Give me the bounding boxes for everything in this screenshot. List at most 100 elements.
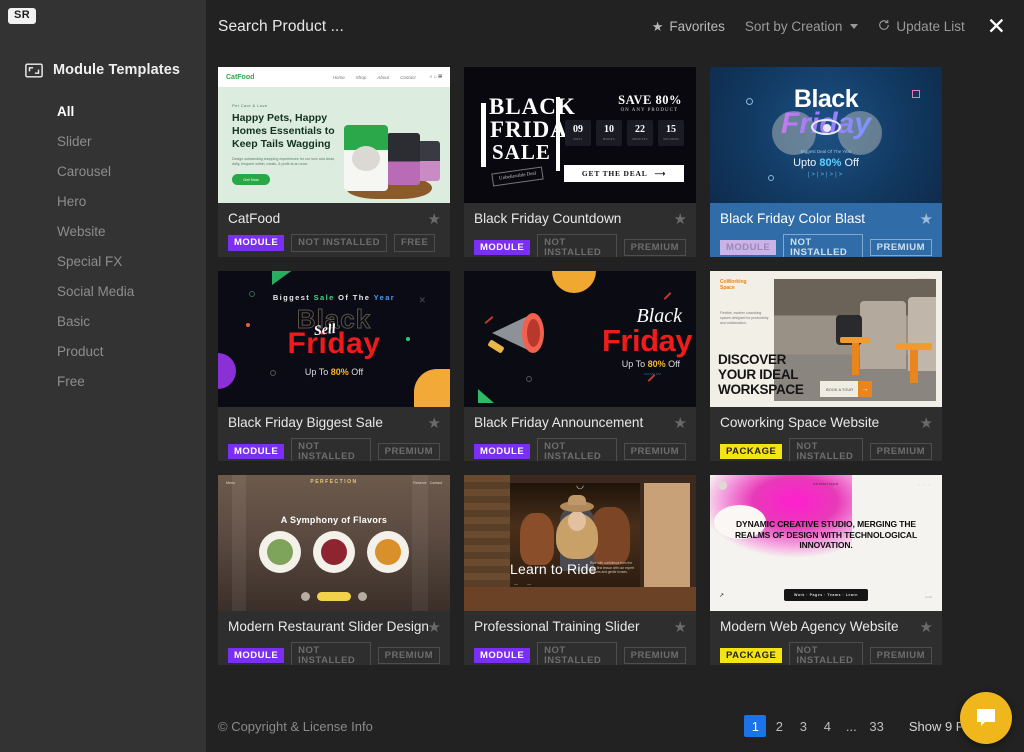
thumb-nav-icons: ⌕ ⌂ ▤ xyxy=(429,74,442,80)
thumb-cta-label: GET THE DEAL xyxy=(581,169,648,178)
update-list-button[interactable]: Update List xyxy=(868,15,974,38)
countdown-value: 22 xyxy=(635,124,645,135)
page-button-3[interactable]: 3 xyxy=(792,715,814,737)
thumb-logo: PERFECTION xyxy=(310,479,358,485)
sidebar: SR Module Templates All Slider Carousel … xyxy=(0,0,206,752)
favorite-star-icon[interactable]: ★ xyxy=(428,620,441,635)
close-icon[interactable]: ✕ xyxy=(975,15,1010,38)
kicker-part: Year xyxy=(373,293,396,302)
deco-circle xyxy=(552,271,596,293)
deco-triangle xyxy=(478,389,494,403)
deco-underline: 〰〰〰 xyxy=(643,372,662,378)
template-card[interactable]: newartique ··· DYNAMIC CREATIVE STUDIO, … xyxy=(710,475,942,665)
template-thumbnail: newartique ··· DYNAMIC CREATIVE STUDIO, … xyxy=(710,475,942,611)
template-thumbnail: ◡ Ride with confidence from the very fir… xyxy=(464,475,696,611)
favorite-star-icon[interactable]: ★ xyxy=(920,212,933,227)
deco-slash xyxy=(663,292,672,300)
sidebar-item-all[interactable]: All xyxy=(0,97,206,127)
sidebar-item-special-fx[interactable]: Special FX xyxy=(0,247,206,277)
card-badges: MODULE NOT INSTALLED FREE xyxy=(228,234,440,252)
card-badges: MODULE NOT INSTALLED PREMIUM xyxy=(720,234,932,257)
app-logo[interactable]: SR xyxy=(8,8,37,24)
dish-plate xyxy=(259,531,301,573)
badge-install-state: NOT INSTALLED xyxy=(537,234,617,257)
booth xyxy=(860,301,906,369)
sidebar-item-website[interactable]: Website xyxy=(0,217,206,247)
template-card[interactable]: CoWorking Space Flexible, modern coworkin… xyxy=(710,271,942,461)
badge-install-state: NOT INSTALLED xyxy=(537,438,617,461)
thumb-dots: |>|>|>|> xyxy=(807,172,845,178)
page-button-33[interactable]: 33 xyxy=(864,715,888,737)
favorite-star-icon[interactable]: ★ xyxy=(920,620,933,635)
table-top xyxy=(840,337,870,343)
chat-bubble-icon[interactable] xyxy=(960,692,1012,744)
sidebar-item-carousel[interactable]: Carousel xyxy=(0,157,206,187)
badge-license: PREMIUM xyxy=(377,646,440,665)
sidebar-item-social-media[interactable]: Social Media xyxy=(0,277,206,307)
eye-icon xyxy=(811,119,841,135)
sidebar-item-basic[interactable]: Basic xyxy=(0,307,206,337)
badge-install-state: NOT INSTALLED xyxy=(789,642,863,665)
favorite-star-icon[interactable]: ★ xyxy=(674,620,687,635)
offer-post: Off xyxy=(348,367,364,377)
countdown-label: MINUTES xyxy=(632,137,648,141)
favorites-button[interactable]: ★ Favorites xyxy=(642,15,735,38)
page-button-1[interactable]: 1 xyxy=(744,715,767,737)
thumb-heading: Happy Pets, Happy Homes Essentials to Ke… xyxy=(232,112,335,150)
template-card[interactable]: ◡ Ride with confidence from the very fir… xyxy=(464,475,696,665)
template-browser-modal: SR Module Templates All Slider Carousel … xyxy=(0,0,1024,752)
card-meta: Black Friday Biggest Sale MODULE NOT INS… xyxy=(218,407,450,461)
sidebar-header[interactable]: Module Templates xyxy=(0,57,206,83)
offer-value: 80% xyxy=(819,157,842,169)
badge-license: PREMIUM xyxy=(623,646,686,665)
template-card[interactable]: Black Friday Biggest Deal Of The Year Up… xyxy=(710,67,942,257)
sidebar-item-slider[interactable]: Slider xyxy=(0,127,206,157)
search-input[interactable] xyxy=(218,17,558,36)
template-card[interactable]: Menu Reserve Contact PERFECTION A Symphon… xyxy=(218,475,450,665)
badge-license: PREMIUM xyxy=(869,442,932,461)
page-button-2[interactable]: 2 xyxy=(768,715,790,737)
card-title: Professional Training Slider xyxy=(474,619,640,634)
favorite-star-icon[interactable]: ★ xyxy=(428,416,441,431)
template-grid-scroll[interactable]: CatFood Home Shop About Contact ⌕ ⌂ ▤ Pet C… xyxy=(206,53,1024,700)
thumb-heading: Learn to Ride xyxy=(510,561,597,577)
pagination: 1 2 3 4 ... 33 xyxy=(744,715,888,737)
favorite-star-icon[interactable]: ★ xyxy=(674,416,687,431)
template-card[interactable]: ✕ Biggest Sale Of The Year Black Friday … xyxy=(218,271,450,461)
sidebar-item-product[interactable]: Product xyxy=(0,337,206,367)
thumb-offer: Up To 80% Off xyxy=(622,359,680,369)
sidebar-item-hero[interactable]: Hero xyxy=(0,187,206,217)
thumb-menu: Work · Pages · Teams · Learn xyxy=(710,589,942,601)
countdown-cell: 09 DAYS xyxy=(565,120,591,146)
bottom-band xyxy=(464,587,696,611)
template-card[interactable]: Black Friday Up To 80% Off 〰〰〰 Black Fri… xyxy=(464,271,696,461)
copyright-link[interactable]: © Copyright & License Info xyxy=(218,719,373,734)
badge-type: PACKAGE xyxy=(720,647,783,664)
cowboy-hat-crown xyxy=(568,495,586,505)
barn-wall xyxy=(464,475,510,587)
badge-install-state: NOT INSTALLED xyxy=(291,642,371,665)
favorite-star-icon[interactable]: ★ xyxy=(428,212,441,227)
favorite-star-icon[interactable]: ★ xyxy=(920,416,933,431)
dish-plates xyxy=(218,531,450,573)
badge-install-state: NOT INSTALLED xyxy=(783,234,863,257)
thumb-cta: Get Now xyxy=(232,174,270,185)
sidebar-item-free[interactable]: Free xyxy=(0,367,206,397)
table-leg xyxy=(910,349,918,383)
deco-bar xyxy=(481,103,486,167)
template-card[interactable]: CatFood Home Shop About Contact ⌕ ⌂ ▤ Pet C… xyxy=(218,67,450,257)
slider-controls xyxy=(218,592,450,601)
table-leg xyxy=(852,341,859,375)
card-badges: MODULE NOT INSTALLED PREMIUM xyxy=(228,438,440,461)
dish-plate xyxy=(367,531,409,573)
card-title: Coworking Space Website xyxy=(720,415,880,430)
template-thumbnail: CoWorking Space Flexible, modern coworkin… xyxy=(710,271,942,407)
thumb-kicker: Biggest Sale Of The Year xyxy=(218,293,450,302)
page-button-4[interactable]: 4 xyxy=(816,715,838,737)
favorite-star-icon[interactable]: ★ xyxy=(674,212,687,227)
template-card[interactable]: BLACK FRIDAY SALE Unbelievable Deal SAVE… xyxy=(464,67,696,257)
badge-license: PREMIUM xyxy=(377,442,440,461)
card-title: Black Friday Countdown xyxy=(474,211,622,226)
sort-dropdown[interactable]: Sort by Creation xyxy=(735,15,869,38)
deco-dot xyxy=(526,376,532,382)
